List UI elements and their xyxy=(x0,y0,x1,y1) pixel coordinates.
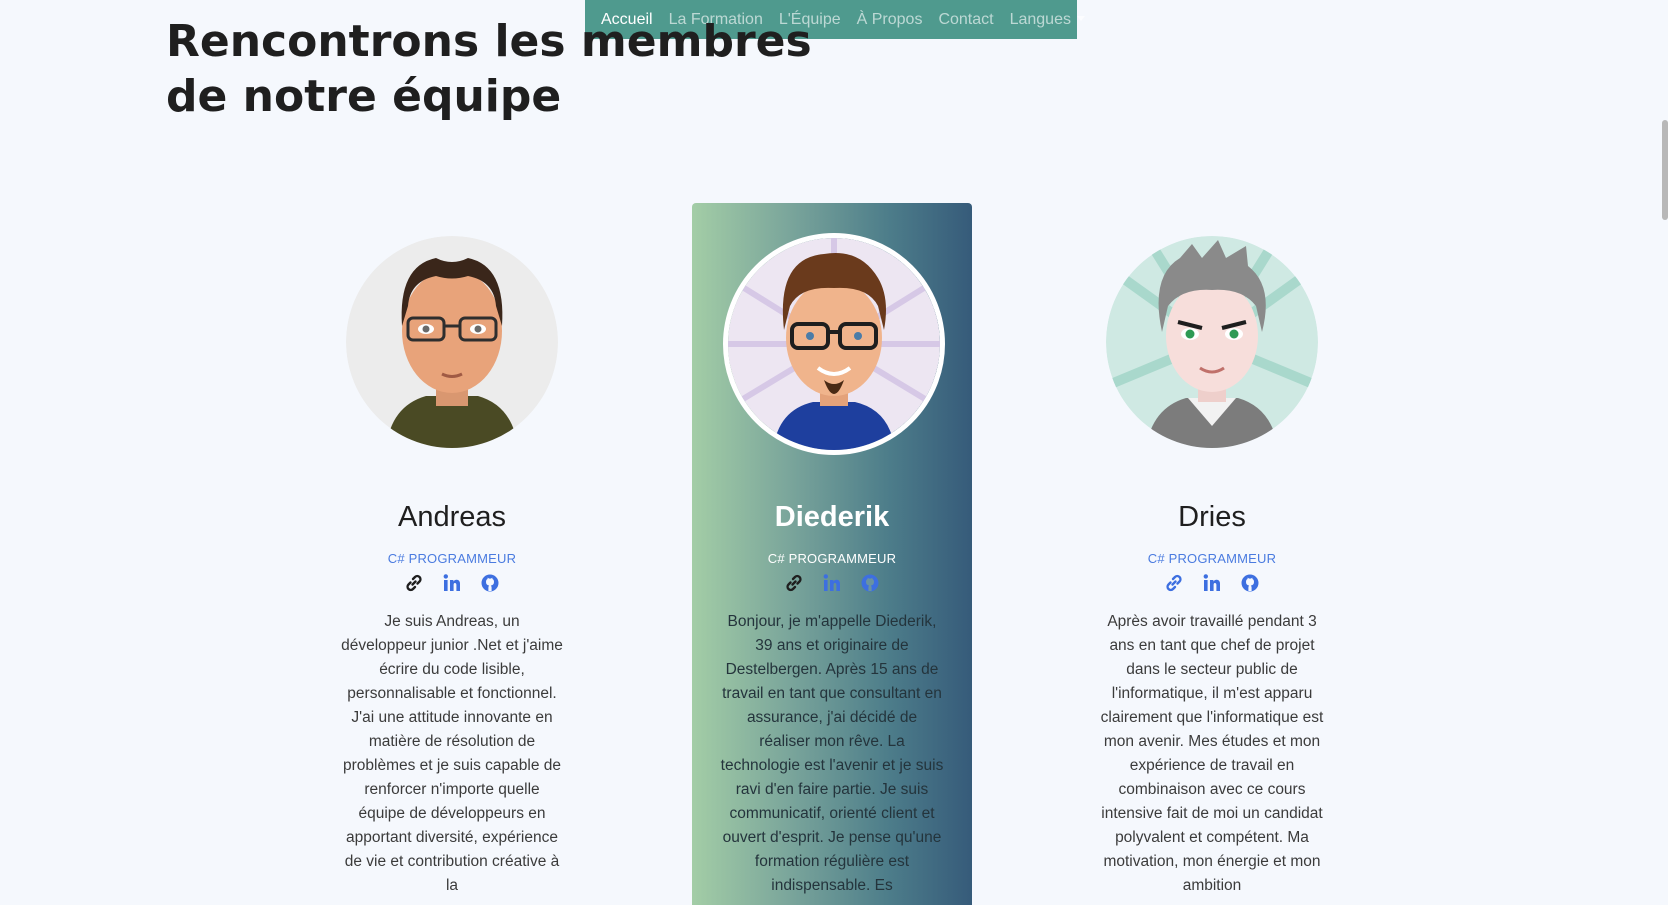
member-role: C# PROGRAMMEUR xyxy=(387,551,517,566)
member-role: C# PROGRAMMEUR xyxy=(767,551,897,566)
member-role: C# PROGRAMMEUR xyxy=(1147,551,1277,566)
github-icon[interactable] xyxy=(480,573,500,593)
member-bio: Après avoir travaillé pendant 3 ans en t… xyxy=(1100,613,1324,894)
github-icon[interactable] xyxy=(1240,573,1260,593)
team-card-dries: Dries C# PROGRAMMEUR Après avoir travail… xyxy=(1072,203,1352,905)
social-links xyxy=(692,573,972,593)
page-scrollbar[interactable] xyxy=(1662,120,1668,220)
social-links xyxy=(312,573,592,593)
social-links xyxy=(1072,573,1352,593)
github-icon[interactable] xyxy=(860,573,880,593)
member-bio: Je suis Andreas, un développeur junior .… xyxy=(341,613,563,894)
avatar-diederik xyxy=(723,233,945,455)
linkedin-icon[interactable] xyxy=(1202,573,1222,593)
link-icon[interactable] xyxy=(404,573,424,593)
member-bio: Bonjour, je m'appelle Diederik, 39 ans e… xyxy=(720,613,944,894)
linkedin-icon[interactable] xyxy=(822,573,842,593)
member-name: Diederik xyxy=(774,501,890,533)
linkedin-icon[interactable] xyxy=(442,573,462,593)
team-card-diederik: Diederik C# PROGRAMMEUR Bonjour, je m'ap… xyxy=(692,203,972,905)
member-name: Dries xyxy=(1178,501,1246,533)
team-card-andreas: Andreas C# PROGRAMMEUR Je suis Andreas, … xyxy=(312,203,592,905)
team-section: Andreas C# PROGRAMMEUR Je suis Andreas, … xyxy=(0,0,1668,905)
link-icon[interactable] xyxy=(1164,573,1184,593)
member-name: Andreas xyxy=(397,501,506,533)
avatar-andreas xyxy=(346,236,558,448)
link-icon[interactable] xyxy=(784,573,804,593)
avatar-dries xyxy=(1106,236,1318,448)
